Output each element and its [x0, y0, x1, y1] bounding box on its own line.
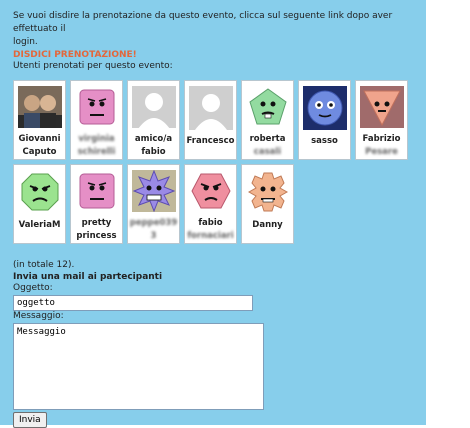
user-card[interactable]: pretty princess — [70, 164, 123, 244]
user-name[interactable]: pretty princess — [71, 217, 123, 243]
user-card[interactable]: amico/a fabio — [127, 80, 180, 160]
green-octagon-face-icon[interactable] — [18, 170, 62, 214]
user-name-line1: Francesco — [186, 136, 235, 146]
booked-users-label: Utenti prenotati per questo evento: — [13, 61, 173, 71]
message-textarea[interactable]: Messaggio — [13, 323, 264, 410]
user-name-line1: fabio — [198, 218, 223, 228]
user-name-line1: pretty — [81, 218, 112, 228]
user-name-line2: casali — [253, 147, 282, 157]
total-count: (in totale 12). — [13, 260, 75, 270]
user-name-line2: Caputo — [22, 147, 57, 157]
default-user-icon[interactable] — [188, 86, 233, 130]
user-name[interactable]: peppe0393 — [128, 217, 180, 243]
user-name[interactable]: virginia schirelli — [71, 133, 123, 159]
user-name[interactable]: Francesco — [185, 135, 237, 148]
user-name-line1: sasso — [311, 136, 338, 146]
user-name-line2: princess — [76, 231, 117, 241]
user-name-line1: Giovanni — [18, 134, 61, 144]
user-name[interactable]: sasso — [299, 135, 351, 148]
cancel-instructions: Se vuoi disdire la prenotazione da quest… — [13, 11, 393, 34]
user-name[interactable]: Fabrizio Pesare — [356, 133, 408, 159]
user-card[interactable]: peppe0393 — [127, 164, 180, 244]
peach-gear-face-icon[interactable] — [246, 170, 290, 214]
pink-hexagon-face-icon[interactable] — [189, 170, 233, 212]
pink-square-face-icon[interactable] — [75, 170, 119, 212]
user-card[interactable]: sasso — [298, 80, 351, 160]
default-user-icon[interactable] — [131, 86, 176, 128]
user-name[interactable]: Danny — [242, 219, 294, 232]
user-card[interactable]: Danny — [241, 164, 294, 244]
purple-star-face-icon[interactable] — [131, 170, 176, 212]
user-card[interactable]: virginia schirelli — [70, 80, 123, 160]
user-card[interactable]: Fabrizio Pesare — [355, 80, 408, 160]
user-name-line1: ValeriaM — [18, 220, 61, 230]
mail-heading: Invia una mail ai partecipanti — [13, 272, 163, 282]
user-name-line1: Danny — [252, 220, 283, 230]
user-name-line1: virginia — [78, 134, 115, 144]
message-label: Messaggio: — [13, 311, 64, 321]
cancel-booking-link[interactable]: DISDICI PRENOTAZIONE! — [13, 50, 137, 60]
user-name-line1: Fabrizio — [362, 134, 401, 144]
green-pentagon-face-icon[interactable] — [246, 86, 290, 128]
cancel-instructions-continued: login. — [13, 37, 38, 47]
user-card[interactable]: Francesco — [184, 80, 237, 160]
user-card[interactable]: ValeriaM — [13, 164, 66, 244]
user-name-line1: amico/a — [134, 134, 173, 144]
user-name[interactable]: Giovanni Caputo — [14, 133, 66, 159]
send-button[interactable]: Invia — [13, 412, 47, 428]
pink-square-face-icon[interactable] — [75, 86, 119, 128]
subject-label: Oggetto: — [13, 283, 53, 293]
user-card[interactable]: fabio fornaciari — [184, 164, 237, 244]
user-name[interactable]: fabio fornaciari — [185, 217, 237, 243]
user-name-line2: fabio — [141, 147, 166, 157]
user-name-line1: peppe0393 — [129, 218, 178, 241]
orange-triangle-face-icon[interactable] — [359, 86, 404, 128]
user-card[interactable]: Giovanni Caputo — [13, 80, 66, 160]
user-name-line2: schirelli — [77, 147, 116, 157]
user-name-line2: Pesare — [365, 147, 398, 157]
event-panel: Se vuoi disdire la prenotazione da quest… — [0, 0, 426, 428]
blue-circle-face-icon[interactable] — [302, 86, 347, 130]
photo-icon[interactable] — [17, 86, 62, 128]
user-grid: Giovanni Caputo virginia schirelli amico/a fa… — [13, 80, 413, 248]
user-card[interactable]: roberta casali — [241, 80, 294, 160]
user-name-line1: roberta — [249, 134, 286, 144]
user-name[interactable]: amico/a fabio — [128, 133, 180, 159]
user-name-line2: fornaciari — [187, 231, 234, 241]
user-name[interactable]: roberta casali — [242, 133, 294, 159]
user-name[interactable]: ValeriaM — [14, 219, 66, 232]
subject-input[interactable] — [13, 295, 253, 311]
